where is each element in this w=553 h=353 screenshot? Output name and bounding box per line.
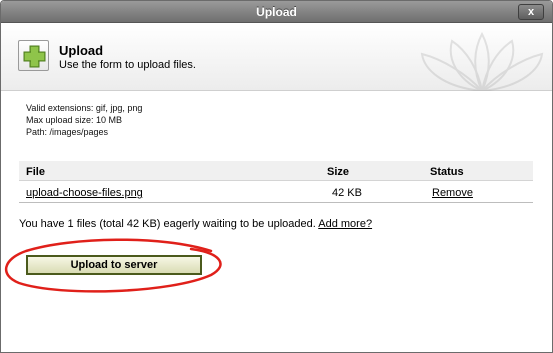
file-name-link[interactable]: upload-choose-files.png (26, 187, 143, 199)
leaf-watermark-icon (420, 31, 544, 91)
table-row: upload-choose-files.png 42 KB Remove (19, 181, 533, 203)
window-title: Upload (256, 5, 297, 19)
column-status: Status (430, 166, 464, 178)
upload-summary: You have 1 files (total 42 KB) eagerly w… (19, 218, 372, 230)
title-bar[interactable]: Upload x (1, 1, 552, 23)
upload-to-server-button[interactable]: Upload to server (26, 255, 202, 275)
remove-link[interactable]: Remove (432, 187, 473, 199)
add-more-link[interactable]: Add more? (318, 218, 372, 230)
valid-extensions: Valid extensions: gif, jpg, png (26, 103, 143, 113)
close-button[interactable]: x (518, 4, 544, 20)
max-upload-size: Max upload size: 10 MB (26, 115, 123, 125)
upload-dialog: Upload x Upload Use the form to upload f… (0, 0, 553, 353)
column-size: Size (327, 166, 350, 178)
header-subtitle: Use the form to upload files. (59, 59, 196, 71)
upload-path: Path: /images/pages (26, 127, 109, 137)
file-table: File Size Status upload-choose-files.png… (19, 161, 533, 203)
column-file: File (26, 166, 45, 178)
dialog-header: Upload Use the form to upload files. (1, 23, 552, 91)
table-header: File Size Status (19, 161, 533, 181)
plus-icon (18, 40, 49, 71)
header-title: Upload (59, 43, 104, 58)
close-icon: x (527, 6, 535, 18)
summary-text: You have 1 files (total 42 KB) eagerly w… (19, 218, 316, 230)
file-size: 42 KB (332, 187, 362, 199)
upload-info: Valid extensions: gif, jpg, png Max uplo… (26, 102, 142, 138)
